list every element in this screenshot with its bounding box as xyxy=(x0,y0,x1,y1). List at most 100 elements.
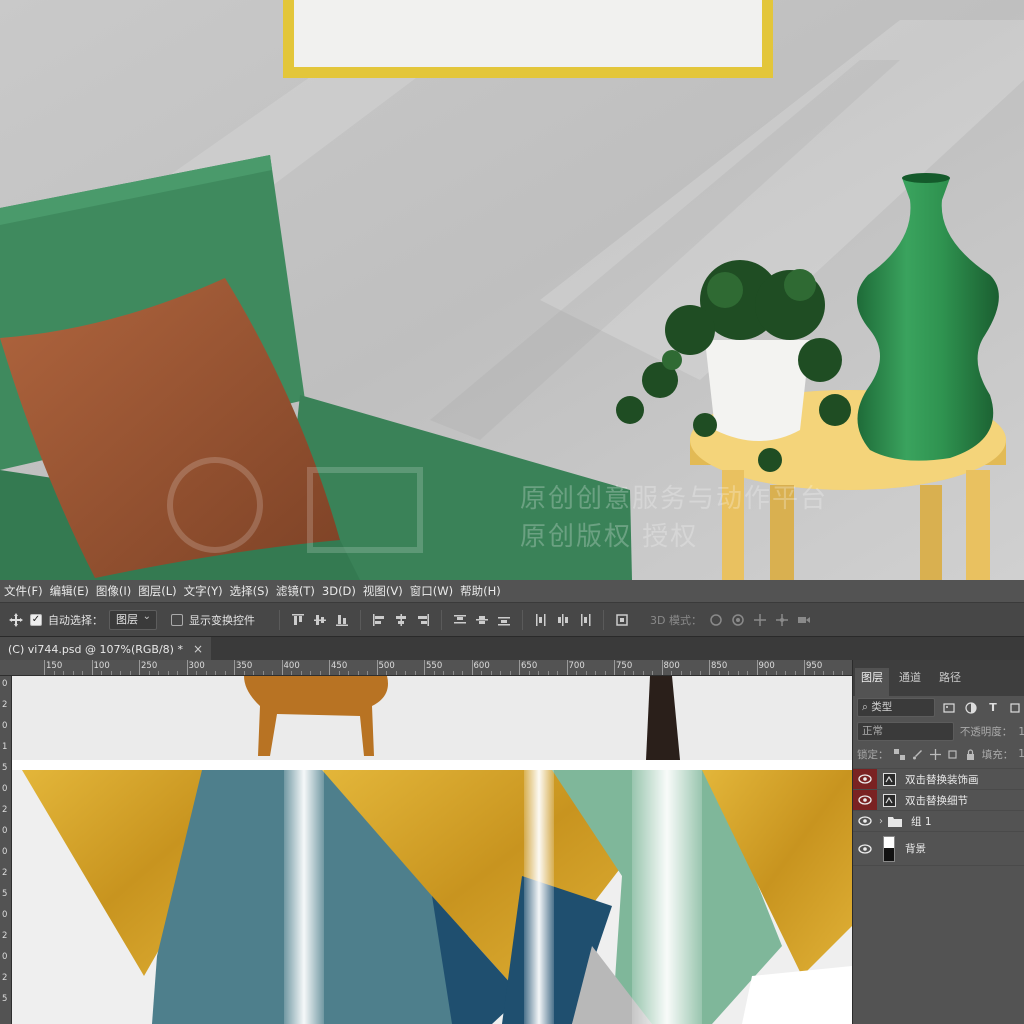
ruler-label: 300 xyxy=(188,661,205,671)
watermark-line-2: 原创版权 授权 xyxy=(520,522,699,552)
blend-row: 正常 不透明度： 1 xyxy=(853,722,1024,741)
ruler-label: 500 xyxy=(378,661,395,671)
document-canvas[interactable] xyxy=(12,676,852,1024)
align-hcenter-icon[interactable] xyxy=(393,612,409,628)
distribute-vcenter-icon[interactable] xyxy=(474,612,490,628)
distribute-bottom-icon[interactable] xyxy=(496,612,512,628)
layers-panel: 图层 通道 路径 ⌕ 类型 T 正常 不透明度： 1 锁定： 填充： 1 双击替… xyxy=(852,660,1024,1024)
ruler-label: 5 xyxy=(2,889,8,899)
ruler-label: 900 xyxy=(758,661,775,671)
ruler-tick xyxy=(804,660,805,675)
distribute-top-icon[interactable] xyxy=(452,612,468,628)
layer-filter-label: 类型 xyxy=(871,701,893,713)
fill-label: 填充： xyxy=(981,748,1014,761)
auto-align-icon[interactable] xyxy=(614,612,630,628)
layer-row[interactable]: 双击替换装饰画 xyxy=(853,768,1024,790)
move-tool-icon[interactable] xyxy=(8,612,24,628)
distribute-hcenter-icon[interactable] xyxy=(555,612,571,628)
menu-type[interactable]: 文字(Y) xyxy=(184,580,230,602)
ruler-label: 0 xyxy=(2,952,8,962)
options-bar: ✓ 自动选择： 图层 显示变换控件 3D 模式： xyxy=(0,602,1024,636)
ruler-tick xyxy=(329,660,330,675)
lock-transparent-icon[interactable] xyxy=(894,746,907,762)
waterfall-3 xyxy=(632,770,702,1024)
menu-help[interactable]: 帮助(H) xyxy=(460,580,508,602)
ruler-label: 150 xyxy=(46,661,63,671)
ruler-tick xyxy=(756,660,758,675)
menu-edit[interactable]: 编辑(E) xyxy=(50,580,96,602)
search-icon: ⌕ xyxy=(862,701,868,713)
filter-type-icon[interactable]: T xyxy=(985,700,1001,716)
3d-orbit-icon[interactable] xyxy=(708,612,724,628)
separator xyxy=(441,609,442,630)
align-top-icon[interactable] xyxy=(290,612,306,628)
blend-mode-dropdown[interactable]: 正常 xyxy=(857,722,954,741)
menu-file[interactable]: 文件(F) xyxy=(4,580,50,602)
visibility-eye-icon[interactable] xyxy=(853,832,877,866)
show-transform-checkbox[interactable] xyxy=(171,613,183,626)
lock-move-icon[interactable] xyxy=(929,746,942,762)
menu-image[interactable]: 图像(I) xyxy=(96,580,138,602)
align-bottom-icon[interactable] xyxy=(334,612,350,628)
waterfall-1 xyxy=(284,770,324,1024)
visibility-eye-icon[interactable] xyxy=(853,789,877,811)
align-vcenter-icon[interactable] xyxy=(312,612,328,628)
filter-shape-icon[interactable] xyxy=(1007,700,1023,716)
3d-scale-icon[interactable] xyxy=(796,612,812,628)
layer-row[interactable]: 背景 xyxy=(853,831,1024,865)
close-tab-icon[interactable]: × xyxy=(193,642,203,656)
layer-row[interactable]: › 组 1 xyxy=(853,810,1024,831)
lock-brush-icon[interactable] xyxy=(911,746,924,762)
auto-select-dropdown[interactable]: 图层 xyxy=(109,608,157,630)
tab-paths[interactable]: 路径 xyxy=(933,668,967,688)
layer-filter-dropdown[interactable]: ⌕ 类型 xyxy=(857,698,935,717)
align-left-icon[interactable] xyxy=(371,612,387,628)
ruler-label: 350 xyxy=(236,661,253,671)
ruler-label: 850 xyxy=(711,661,728,671)
divider xyxy=(853,865,1024,866)
menu-view[interactable]: 视图(V) xyxy=(363,580,410,602)
filter-pixel-icon[interactable] xyxy=(941,700,957,716)
ruler-label: 600 xyxy=(473,661,490,671)
align-right-icon[interactable] xyxy=(415,612,431,628)
lock-all-icon[interactable] xyxy=(964,746,977,762)
3d-slide-icon[interactable] xyxy=(774,612,790,628)
chevron-right-icon[interactable]: › xyxy=(879,816,883,827)
layer-filter-row: ⌕ 类型 T xyxy=(853,698,1024,717)
smart-object-icon xyxy=(881,792,897,808)
menu-select[interactable]: 选择(S) xyxy=(230,580,276,602)
separator xyxy=(279,609,280,630)
fill-value[interactable]: 1 xyxy=(1018,748,1024,760)
tab-channels[interactable]: 通道 xyxy=(893,668,927,688)
distribute-left-icon[interactable] xyxy=(533,612,549,628)
ruler-tick xyxy=(44,660,45,675)
ruler-tick xyxy=(471,660,473,675)
document-tab[interactable]: (C) vi744.psd @ 107%(RGB/8) * × xyxy=(0,637,212,661)
layer-row[interactable]: 双击替换细节 xyxy=(853,789,1024,811)
tab-layers[interactable]: 图层 xyxy=(855,668,889,696)
3d-mode-label: 3D 模式： xyxy=(650,613,702,627)
screenshot-root: 原创创意服务与动作平台 原创版权 授权 文件(F) 编辑(E) 图像(I) 图层… xyxy=(0,0,1024,1024)
lock-label: 锁定： xyxy=(857,748,889,761)
ruler-label: 0 xyxy=(2,910,8,920)
ruler-tick xyxy=(139,660,140,675)
menu-layer[interactable]: 图层(L) xyxy=(138,580,183,602)
menu-window[interactable]: 窗口(W) xyxy=(410,580,460,602)
ruler-label: 5 xyxy=(2,763,8,773)
menu-filter[interactable]: 滤镜(T) xyxy=(276,580,322,602)
lock-artboard-icon[interactable] xyxy=(946,746,959,762)
3d-roll-icon[interactable] xyxy=(730,612,746,628)
watermark-line-1: 原创创意服务与动作平台 xyxy=(520,484,829,514)
ruler-tick xyxy=(91,660,93,675)
filter-adjustment-icon[interactable] xyxy=(963,700,979,716)
opacity-value[interactable]: 1 xyxy=(1018,726,1024,738)
ruler-tick xyxy=(376,660,378,675)
distribute-right-icon[interactable] xyxy=(577,612,593,628)
menu-3d[interactable]: 3D(D) xyxy=(322,580,363,602)
ruler-label: 400 xyxy=(283,661,300,671)
auto-select-checkbox[interactable]: ✓ xyxy=(30,613,42,626)
visibility-eye-icon[interactable] xyxy=(853,811,877,832)
visibility-eye-icon[interactable] xyxy=(853,768,877,790)
ruler-label: 0 xyxy=(2,826,8,836)
3d-pan-icon[interactable] xyxy=(752,612,768,628)
